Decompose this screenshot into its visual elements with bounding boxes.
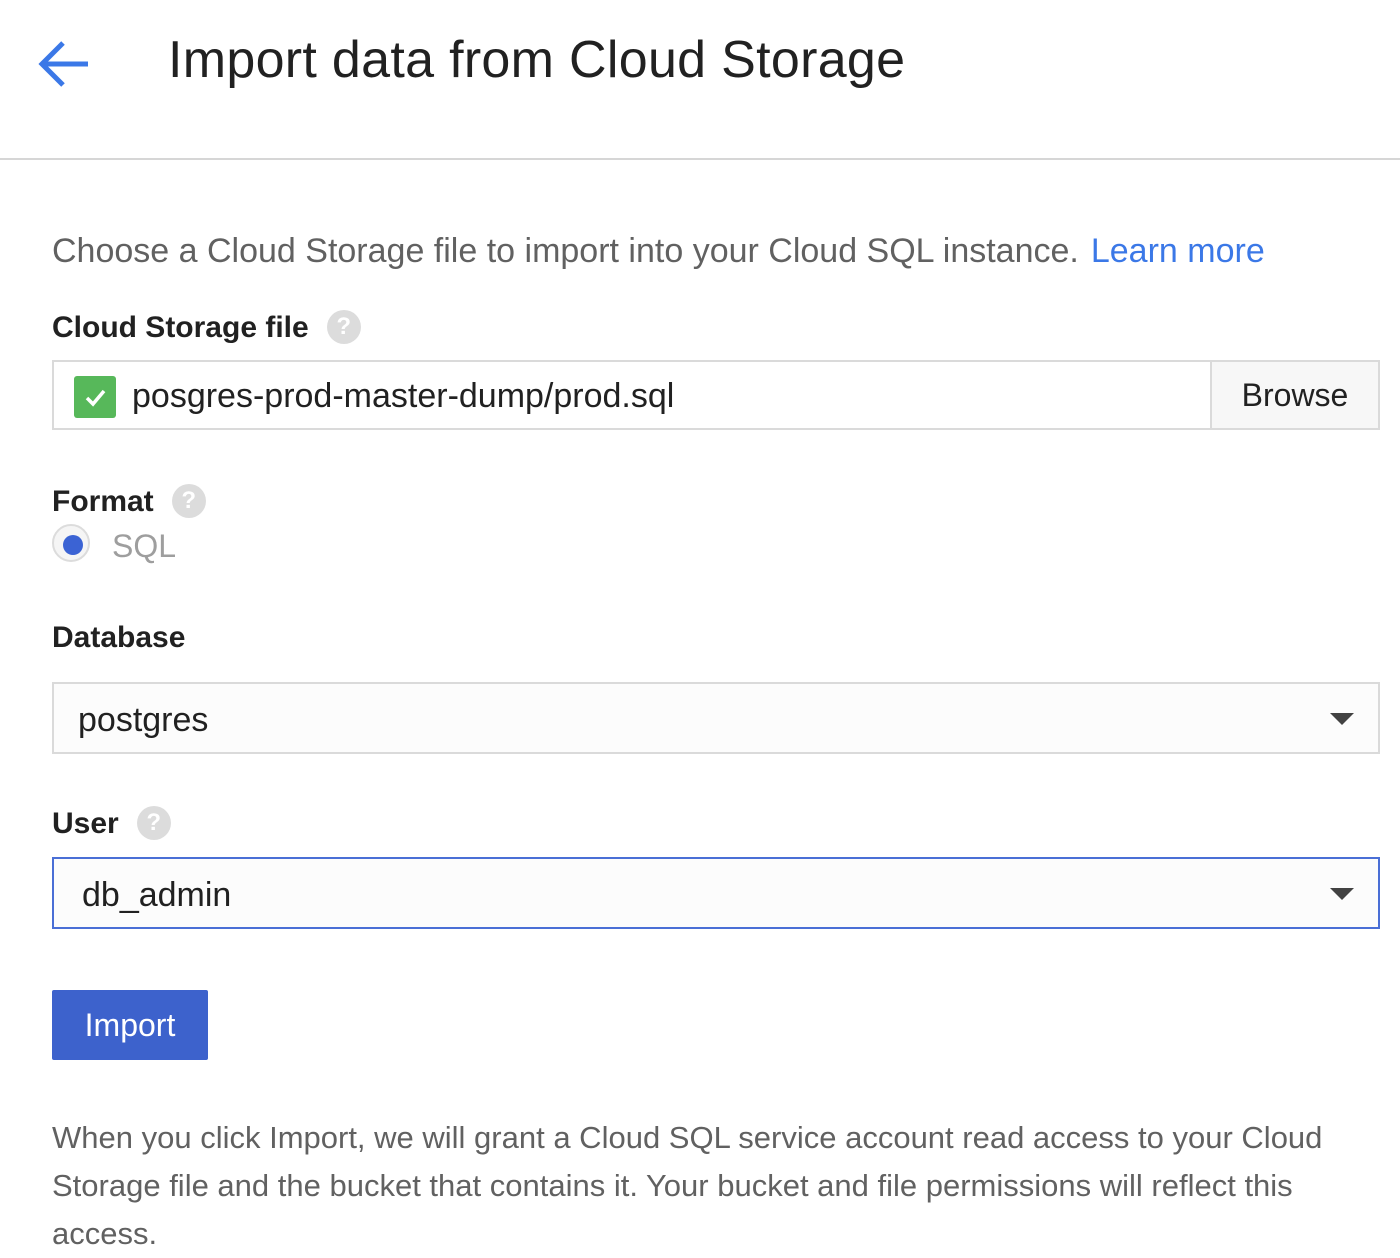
database-label: Database bbox=[52, 621, 186, 654]
format-option-label: SQL bbox=[112, 528, 177, 564]
import-data-page: Import data from Cloud Storage Choose a … bbox=[0, 0, 1400, 1258]
dropdown-arrow-icon bbox=[1330, 888, 1354, 900]
database-select[interactable]: postgres bbox=[52, 682, 1380, 754]
cloud-storage-file-field[interactable]: posgres-prod-master-dump/prod.sql Browse bbox=[52, 360, 1380, 430]
format-label-text: Format bbox=[52, 485, 154, 518]
check-icon bbox=[74, 376, 116, 418]
learn-more-link[interactable]: Learn more bbox=[1091, 232, 1265, 270]
user-label: User? bbox=[52, 804, 171, 844]
cloud-storage-file-value[interactable]: posgres-prod-master-dump/prod.sql bbox=[132, 372, 674, 420]
help-icon[interactable]: ? bbox=[326, 310, 361, 345]
dropdown-arrow-icon bbox=[1330, 713, 1354, 725]
radio-button[interactable] bbox=[52, 524, 90, 562]
user-select[interactable]: db_admin bbox=[52, 857, 1380, 929]
help-icon[interactable]: ? bbox=[136, 806, 171, 841]
user-label-text: User bbox=[52, 807, 119, 840]
import-footnote: When you click Import, we will grant a C… bbox=[52, 1120, 1323, 1251]
intro-text: Choose a Cloud Storage file to import in… bbox=[52, 226, 1265, 276]
browse-button[interactable]: Browse bbox=[1210, 362, 1378, 428]
format-label: Format? bbox=[52, 482, 206, 522]
database-select-value: postgres bbox=[78, 701, 209, 739]
user-select-value: db_admin bbox=[82, 876, 232, 914]
import-button[interactable]: Import bbox=[52, 990, 208, 1060]
page-header: Import data from Cloud Storage bbox=[0, 0, 1400, 160]
help-icon[interactable]: ? bbox=[171, 484, 206, 519]
intro-description: Choose a Cloud Storage file to import in… bbox=[52, 232, 1079, 270]
page-title: Import data from Cloud Storage bbox=[168, 31, 906, 89]
arrow-back-icon bbox=[38, 41, 88, 87]
cloud-storage-file-label: Cloud Storage file? bbox=[52, 308, 361, 348]
radio-selected-dot bbox=[63, 535, 83, 555]
cloud-storage-file-label-text: Cloud Storage file bbox=[52, 311, 309, 344]
back-button[interactable] bbox=[36, 36, 92, 92]
